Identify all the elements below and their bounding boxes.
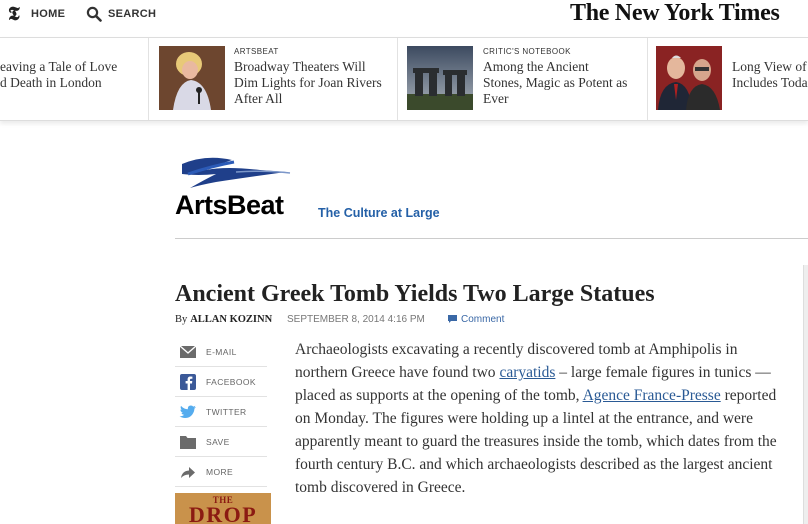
the-drop-promo[interactable]: THE DROP bbox=[175, 493, 271, 524]
story-ribbon: eaving a Tale of Love d Death in London … bbox=[0, 37, 808, 121]
artsbeat-wordmark[interactable]: ArtsBeat bbox=[175, 190, 284, 221]
ribbon-thumbnail-two-men[interactable] bbox=[656, 46, 722, 110]
nyt-t-logo[interactable]: 𝕿 bbox=[8, 4, 20, 26]
ribbon-headline[interactable]: eaving a Tale of Love d Death in London bbox=[0, 59, 117, 91]
ribbon-headline[interactable]: Long View of Includes Toda bbox=[732, 59, 808, 91]
share-label: FACEBOOK bbox=[206, 377, 256, 387]
ribbon-headline[interactable]: Among the Ancient Stones, Magic as Poten… bbox=[483, 59, 627, 107]
ribbon-thumbnail-performer[interactable] bbox=[159, 46, 225, 110]
byline-by: By bbox=[175, 314, 188, 325]
comment-icon[interactable] bbox=[448, 315, 457, 323]
article-body: Archaeologists excavating a recently dis… bbox=[295, 338, 787, 499]
ribbon-item[interactable]: Long View of Includes Toda bbox=[647, 38, 808, 120]
share-more-button[interactable]: MORE bbox=[175, 456, 267, 487]
ribbon-item[interactable]: CRITIC'S NOTEBOOK Among the Ancient Ston… bbox=[397, 38, 648, 120]
share-twitter-button[interactable]: TWITTER bbox=[175, 396, 267, 427]
ribbon-thumbnail-stonehenge[interactable] bbox=[407, 46, 473, 110]
share-label: MORE bbox=[206, 467, 234, 477]
right-rail-edge bbox=[803, 265, 808, 524]
agence-france-presse-link[interactable]: Agence France-Presse bbox=[583, 387, 721, 404]
ribbon-headline[interactable]: Broadway Theaters Will Dim Lights for Jo… bbox=[234, 59, 382, 107]
share-email-button[interactable]: E-MAIL bbox=[175, 336, 267, 367]
ribbon-item[interactable]: ARTSBEAT Broadway Theaters Will Dim Ligh… bbox=[148, 38, 398, 120]
top-bar: 𝕿 HOME SEARCH The New York Times bbox=[0, 0, 808, 32]
ribbon-kicker: ARTSBEAT bbox=[234, 47, 279, 56]
share-label: TWITTER bbox=[206, 407, 247, 417]
twitter-icon bbox=[179, 405, 196, 418]
article-date: SEPTEMBER 8, 2014 4:16 PM bbox=[287, 314, 425, 325]
share-facebook-button[interactable]: FACEBOOK bbox=[175, 366, 267, 397]
comment-link[interactable]: Comment bbox=[461, 314, 504, 325]
divider bbox=[175, 238, 808, 239]
nyt-masthead-logo[interactable]: The New York Times bbox=[570, 0, 780, 27]
artsbeat-tagline: The Culture at Large bbox=[318, 206, 440, 220]
search-icon[interactable] bbox=[86, 6, 102, 22]
share-label: E-MAIL bbox=[206, 347, 237, 357]
promo-title: DROP bbox=[188, 502, 258, 524]
email-icon bbox=[179, 345, 197, 358]
home-link[interactable]: HOME bbox=[31, 8, 65, 20]
ribbon-item[interactable]: eaving a Tale of Love d Death in London bbox=[0, 38, 149, 120]
article-headline: Ancient Greek Tomb Yields Two Large Stat… bbox=[175, 281, 655, 307]
author-name[interactable]: ALLAN KOZINN bbox=[190, 314, 272, 325]
byline: By ALLAN KOZINN bbox=[175, 313, 272, 325]
caryatids-link[interactable]: caryatids bbox=[499, 364, 555, 381]
share-label: SAVE bbox=[206, 437, 230, 447]
save-icon bbox=[180, 436, 196, 449]
more-arrow-icon bbox=[181, 467, 195, 478]
share-save-button[interactable]: SAVE bbox=[175, 426, 267, 457]
ribbon-kicker: CRITIC'S NOTEBOOK bbox=[483, 47, 571, 56]
search-link[interactable]: SEARCH bbox=[108, 8, 156, 20]
facebook-icon bbox=[180, 374, 196, 390]
